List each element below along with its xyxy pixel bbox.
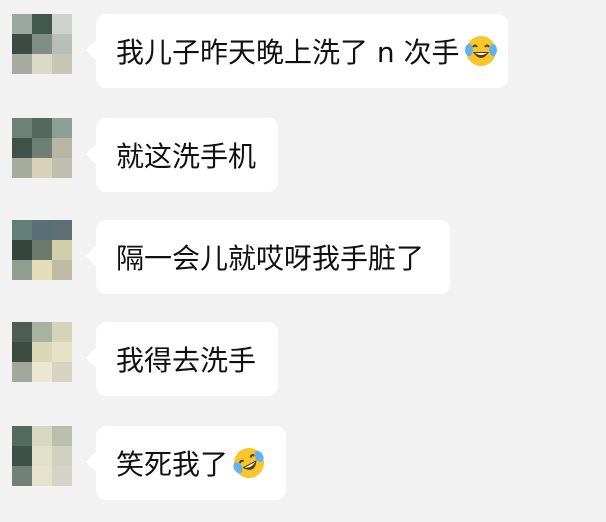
message-text: 笑死我了 <box>116 448 229 481</box>
message-text: 我儿子昨天晚上洗了 n 次手 <box>116 36 460 69</box>
message-bubble[interactable]: 隔一会儿就哎呀我手脏了 <box>86 220 450 294</box>
rolling-laughing-emoji-icon <box>232 446 266 480</box>
avatar[interactable] <box>12 118 72 178</box>
avatar[interactable] <box>12 220 72 280</box>
avatar[interactable] <box>12 426 72 486</box>
message-text: 隔一会儿就哎呀我手脏了 <box>116 242 425 275</box>
message-bubble[interactable]: 我得去洗手 <box>86 322 278 396</box>
chat-window: 我儿子昨天晚上洗了 n 次手 就这洗手机 隔一会儿就哎呀我手脏了 我得去洗手 笑… <box>0 0 606 522</box>
avatar[interactable] <box>12 322 72 382</box>
message-bubble[interactable]: 笑死我了 <box>86 426 286 500</box>
tears-of-joy-emoji-icon <box>464 34 498 68</box>
message-text: 我得去洗手 <box>116 344 257 377</box>
avatar[interactable] <box>12 14 72 74</box>
message-text: 就这洗手机 <box>116 140 257 173</box>
message-bubble[interactable]: 我儿子昨天晚上洗了 n 次手 <box>86 14 508 88</box>
message-bubble[interactable]: 就这洗手机 <box>86 118 278 192</box>
